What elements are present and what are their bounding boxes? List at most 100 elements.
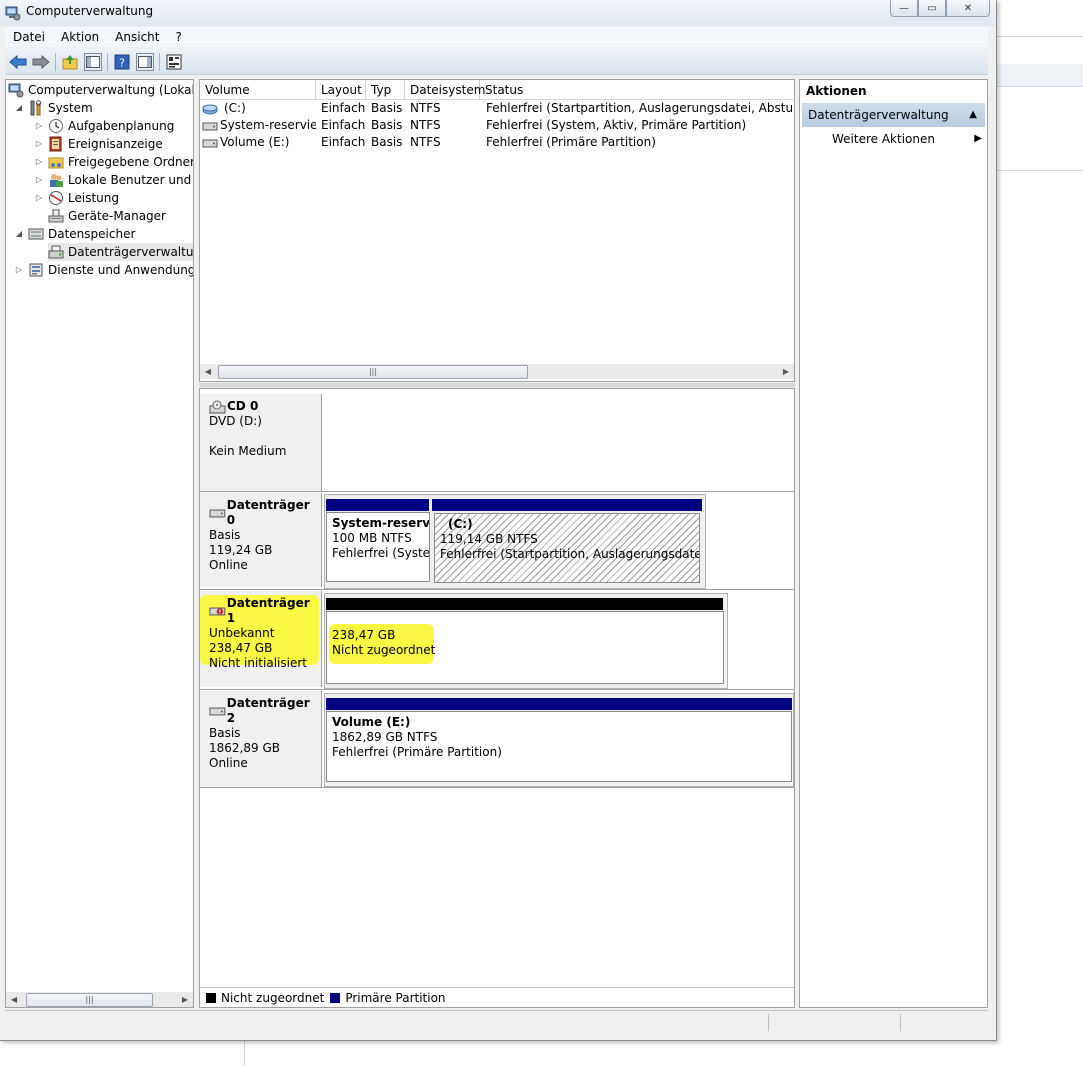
disk-label-datentraeger-2[interactable]: Datenträger 2 Basis 1862,89 GB Online xyxy=(200,691,322,787)
disk-separator xyxy=(200,787,794,788)
scroll-left-icon[interactable]: ◀ xyxy=(8,992,20,1007)
menu-help[interactable]: ? xyxy=(167,30,189,44)
tree-label: Datenträgerverwaltung xyxy=(68,245,194,259)
console-tree-icon xyxy=(86,55,100,68)
column-header-status[interactable]: Status xyxy=(480,80,794,99)
properties-button[interactable] xyxy=(165,53,183,71)
expand-triangle-icon[interactable]: ▷ xyxy=(34,135,44,153)
volume-c-icon xyxy=(202,104,218,115)
close-button[interactable]: ✕ xyxy=(946,0,990,17)
tree-label: Leistung xyxy=(68,191,119,205)
scroll-right-icon[interactable]: ▶ xyxy=(179,992,191,1007)
collapse-up-icon[interactable]: ▲ xyxy=(969,103,977,127)
disk-title: Datenträger 0 xyxy=(209,498,321,528)
tree-item-leistung[interactable]: ▷ Leistung xyxy=(34,189,119,207)
partition-status: Fehlerfrei (Primäre Partition) xyxy=(332,745,502,759)
partition-unallocated[interactable]: 238,47 GB Nicht zugeordnet xyxy=(326,611,724,684)
collapse-triangle-icon[interactable]: ◢ xyxy=(14,99,24,117)
partition-status: Fehlerfrei (System, Aktiv, Primäre Parti… xyxy=(332,546,430,560)
cell-volume: System-reserviert xyxy=(220,118,316,132)
cell-layout: Einfach xyxy=(321,101,365,115)
status-bar xyxy=(5,1010,988,1033)
tree-item-dienste[interactable]: ▷ Dienste und Anwendungen xyxy=(14,261,193,279)
volume-horizontal-scrollbar[interactable]: ◀ ||| ▶ xyxy=(200,364,794,379)
expand-triangle-icon[interactable]: ▷ xyxy=(34,171,44,189)
partition-system-reserved[interactable]: System-reserviert 100 MB NTFS Fehlerfrei… xyxy=(326,512,430,582)
disk-state: Kein Medium xyxy=(209,444,287,458)
disk-management-icon xyxy=(48,245,64,259)
tree-horizontal-scrollbar[interactable]: ◀ ||| ▶ xyxy=(6,992,193,1007)
show-hide-tree-button[interactable] xyxy=(84,52,102,71)
scroll-left-icon[interactable]: ◀ xyxy=(202,364,214,379)
disk-separator xyxy=(200,491,794,492)
menu-ansicht[interactable]: Ansicht xyxy=(107,30,167,44)
partition-e[interactable]: Volume (E:) 1862,89 GB NTFS Fehlerfrei (… xyxy=(326,711,792,782)
tree-item-geraete-manager[interactable]: Geräte-Manager xyxy=(48,207,166,225)
partition-status: Nicht zugeordnet xyxy=(332,643,436,657)
tree-item-aufgabenplanung[interactable]: ▷ Aufgabenplanung xyxy=(34,117,174,135)
performance-icon xyxy=(49,191,63,205)
expand-triangle-icon[interactable]: ▷ xyxy=(14,261,24,279)
up-level-button[interactable] xyxy=(61,53,79,71)
table-row[interactable]: Volume (E:) Einfach Basis NTFS Fehlerfre… xyxy=(200,134,794,151)
menu-datei[interactable]: Datei xyxy=(5,30,53,44)
scrollbar-thumb[interactable]: ||| xyxy=(218,365,528,379)
disk-label-datentraeger-1[interactable]: Datenträger 1 Unbekannt 238,47 GB Nicht … xyxy=(200,591,322,687)
disk-separator xyxy=(200,589,794,590)
column-header-typ[interactable]: Typ xyxy=(366,80,405,99)
disk-label-datentraeger-0[interactable]: Datenträger 0 Basis 119,24 GB Online xyxy=(200,493,322,587)
tree-label: System xyxy=(48,101,93,115)
minimize-button[interactable]: — xyxy=(890,0,918,17)
table-row[interactable]: System-reserviert Einfach Basis NTFS Feh… xyxy=(200,117,794,134)
disk-size: 238,47 GB xyxy=(209,641,273,655)
maximize-button[interactable]: ▭ xyxy=(918,0,946,17)
menu-aktion[interactable]: Aktion xyxy=(53,30,107,44)
back-arrow-icon xyxy=(9,54,27,69)
legend-label-unallocated: Nicht zugeordnet xyxy=(221,990,325,1005)
partition-size: 1862,89 GB NTFS xyxy=(332,730,438,744)
back-button[interactable] xyxy=(9,53,27,71)
column-header-volume[interactable]: Volume xyxy=(200,80,316,99)
cell-dateisystem: NTFS xyxy=(410,135,441,149)
cell-dateisystem: NTFS xyxy=(410,118,441,132)
help-button[interactable]: ? xyxy=(113,53,131,71)
volume-list-header: Volume Layout Typ Dateisystem Status xyxy=(200,80,794,100)
pane-splitter[interactable] xyxy=(199,383,795,387)
weitere-aktionen-item[interactable]: Weitere Aktionen ▶ xyxy=(832,130,982,148)
tree-item-system[interactable]: ◢ System xyxy=(14,99,93,117)
background-divider xyxy=(996,170,1083,171)
actions-pane: Aktionen Datenträgerverwaltung ▲ Weitere… xyxy=(799,79,988,1008)
expand-triangle-icon[interactable]: ▷ xyxy=(34,189,44,207)
collapse-triangle-icon[interactable]: ◢ xyxy=(14,225,24,243)
title-bar[interactable]: Computerverwaltung — ▭ ✕ xyxy=(0,0,996,26)
cell-volume: Volume (E:) xyxy=(220,135,290,149)
tree-item-datentraegerverwaltung[interactable]: Datenträgerverwaltung xyxy=(48,243,194,261)
tree-item-lokale-benutzer[interactable]: ▷ Lokale Benutzer und Gruppen xyxy=(34,171,193,189)
menu-bar: Datei Aktion Ansicht ? xyxy=(5,27,988,47)
background-window xyxy=(996,0,1083,1066)
tree-item-root[interactable]: Computerverwaltung (Lokal) xyxy=(8,81,193,99)
computer-management-icon xyxy=(8,83,24,98)
tree-label: Freigegebene Ordner xyxy=(68,155,194,169)
tree-item-datenspeicher[interactable]: ◢ Datenspeicher xyxy=(14,225,135,243)
scrollbar-thumb[interactable]: ||| xyxy=(26,993,153,1007)
tree-label: Dienste und Anwendungen xyxy=(48,263,193,277)
expand-triangle-icon[interactable]: ▷ xyxy=(34,153,44,171)
forward-button[interactable] xyxy=(32,53,50,71)
partition-name: (C:) xyxy=(448,517,473,531)
expand-triangle-icon[interactable]: ▷ xyxy=(34,117,44,135)
background-toolbar xyxy=(996,64,1083,87)
help-icon: ? xyxy=(114,54,130,69)
partition-c[interactable]: (C:) 119,14 GB NTFS Fehlerfrei (Startpar… xyxy=(434,513,700,583)
legend-swatch-unallocated xyxy=(206,992,216,1003)
partition-bar-primary xyxy=(326,499,429,511)
column-header-layout[interactable]: Layout xyxy=(316,80,366,99)
scroll-right-icon[interactable]: ▶ xyxy=(780,364,792,379)
column-header-dateisystem[interactable]: Dateisystem xyxy=(405,80,485,99)
table-row[interactable]: (C:) Einfach Basis NTFS Fehlerfrei (Star… xyxy=(200,100,794,117)
disk-label-cd0[interactable]: CD 0 DVD (D:) Kein Medium xyxy=(200,394,322,491)
actions-section-datentraegerverwaltung[interactable]: Datenträgerverwaltung ▲ xyxy=(802,103,985,127)
tree-item-freigegebene-ordner[interactable]: ▷ Freigegebene Ordner xyxy=(34,153,194,171)
tree-item-ereignisanzeige[interactable]: ▷ Ereignisanzeige xyxy=(34,135,163,153)
show-hide-action-pane-button[interactable] xyxy=(136,52,154,71)
